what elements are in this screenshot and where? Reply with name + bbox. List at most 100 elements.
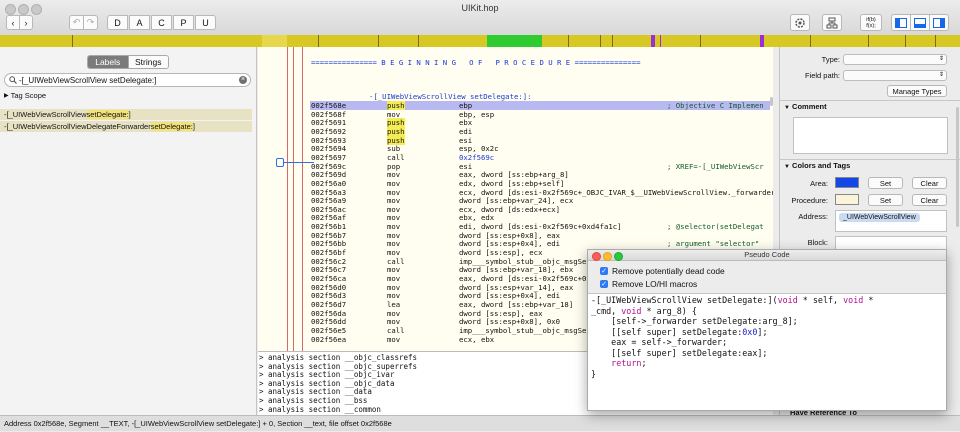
procedure-color-well[interactable] (835, 194, 859, 205)
instruction-address[interactable]: 002f569d (311, 170, 346, 179)
instruction-address[interactable]: 002f5697 (311, 153, 346, 162)
instruction-operands[interactable]: ebx (459, 118, 472, 127)
instruction-address[interactable]: 002f56ea (311, 335, 346, 344)
field-path-combobox[interactable]: ⇕ (843, 70, 947, 81)
disasm-scrollbar[interactable] (770, 97, 773, 106)
search-input[interactable]: -[_UIWebViewScrollView setDelegate:] (19, 76, 156, 85)
instruction-operands[interactable]: edx, dword [ss:ebp+self] (459, 179, 564, 188)
mode-a-button[interactable]: A (129, 15, 150, 30)
instruction-operands[interactable]: 0x2f569c (459, 153, 494, 162)
lohi-macros-checkbox[interactable]: ✓ (600, 280, 608, 288)
dead-code-checkbox[interactable]: ✓ (600, 267, 608, 275)
instruction-address[interactable]: 002f56bf (311, 248, 346, 257)
address-tags-field[interactable]: _UIWebViewScrollView (835, 210, 947, 232)
undo-button[interactable]: ↶ (69, 15, 84, 30)
instruction-address[interactable]: 002f56e5 (311, 326, 346, 335)
list-item[interactable]: -[_UIWebViewScrollView setDelegate:] (0, 109, 252, 120)
instruction-operands[interactable]: ecx, ebx (459, 335, 494, 344)
clear-search-icon[interactable]: × (239, 76, 247, 84)
instruction-operands[interactable]: eax, dword [ss:ebp+var_18] (459, 300, 573, 309)
instruction-operands[interactable]: ebp, esp (459, 110, 494, 119)
type-combobox[interactable]: ⇕ (843, 54, 947, 65)
inspector-scrollbar[interactable] (956, 107, 959, 227)
pseudo-code-text[interactable]: -[_UIWebViewScrollView setDelegate:](voi… (588, 295, 946, 409)
tab-strings[interactable]: Strings (127, 56, 168, 68)
toggle-left-panel-button[interactable] (891, 14, 911, 31)
instruction-operands[interactable]: imp___symbol_stub__objc_msgSendSup (459, 326, 608, 335)
instruction-address[interactable]: 002f5694 (311, 144, 346, 153)
instruction-address[interactable]: 002f568f (311, 110, 346, 119)
debugger-button[interactable] (790, 14, 810, 31)
labels-strings-switch[interactable]: Labels Strings (87, 55, 169, 69)
instruction-address[interactable]: 002f56da (311, 309, 346, 318)
instruction-operands[interactable]: imp___symbol_stub__objc_msgSend (459, 257, 595, 266)
instruction-operands[interactable]: dword [ss:ebp+var_18], ebx (459, 265, 573, 274)
instruction-address[interactable]: 002f56c7 (311, 265, 346, 274)
area-set-button[interactable]: Set (868, 177, 903, 189)
procedure-set-button[interactable]: Set (868, 194, 903, 206)
instruction-operands[interactable]: dword [ss:esp+0x4], edi (459, 239, 560, 248)
instruction-operands[interactable]: edi (459, 127, 472, 136)
instruction-address[interactable]: 002f56b7 (311, 231, 346, 240)
instruction-operands[interactable]: dword [ss:esp+var_14], eax (459, 283, 573, 292)
mode-p-button[interactable]: P (173, 15, 194, 30)
instruction-operands[interactable]: dword [ss:esp+0x8], eax (459, 231, 560, 240)
instruction-address[interactable]: 002f56bb (311, 239, 346, 248)
pseudo-code-button[interactable]: if(b) f(x); (860, 14, 882, 31)
instruction-operands[interactable]: dword [ss:esp+0x8], 0x0 (459, 317, 560, 326)
instruction-address[interactable]: 002f56c2 (311, 257, 346, 266)
mode-c-button[interactable]: C (151, 15, 172, 30)
area-clear-button[interactable]: Clear (912, 177, 947, 189)
instruction-address[interactable]: 002f56a0 (311, 179, 346, 188)
instruction-address[interactable]: 002f56ca (311, 274, 346, 283)
instruction-address[interactable]: 002f56a3 (311, 188, 346, 197)
instruction-address[interactable]: 002f569c (311, 162, 346, 171)
instruction-address[interactable]: 002f56d0 (311, 283, 346, 292)
search-field[interactable]: -[_UIWebViewScrollView setDelegate:] × (4, 73, 251, 87)
instruction-operands[interactable]: ecx, dword [ds:esi-0x2f569c+_OBJC_IVAR_$… (459, 188, 773, 197)
comment-section-header[interactable]: ▼ Comment (784, 102, 827, 111)
instruction-address[interactable]: 002f5692 (311, 127, 346, 136)
instruction-address[interactable]: 002f56d7 (311, 300, 346, 309)
instruction-address[interactable]: 002f5691 (311, 118, 346, 127)
mode-u-button[interactable]: U (195, 15, 216, 30)
toggle-bottom-panel-button[interactable] (910, 14, 930, 31)
list-item[interactable]: -[_UIWebViewScrollViewDelegateForwarder … (0, 121, 252, 132)
instruction-operands[interactable]: dword [ss:ebp+var_24], ecx (459, 196, 573, 205)
instruction-operands[interactable]: esi (459, 162, 472, 171)
instruction-operands[interactable]: eax, dword [ds:esi-0x2f569c+0xd677 (459, 274, 608, 283)
address-tag-token[interactable]: _UIWebViewScrollView (839, 213, 920, 222)
instruction-operands[interactable]: eax, dword [ss:ebp+arg_8] (459, 170, 569, 179)
control-flow-button[interactable] (822, 14, 842, 31)
area-color-well[interactable] (835, 177, 859, 188)
instruction-address[interactable]: 002f56b1 (311, 222, 346, 231)
instruction-address[interactable]: 002f5693 (311, 136, 346, 145)
instruction-operands[interactable]: dword [ss:esp], eax (459, 309, 542, 318)
procedure-clear-button[interactable]: Clear (912, 194, 947, 206)
instruction-address[interactable]: 002f56af (311, 213, 346, 222)
back-button[interactable]: ‹ (6, 15, 20, 30)
instruction-address[interactable]: 002f56d3 (311, 291, 346, 300)
forward-button[interactable]: › (19, 15, 33, 30)
instruction-operands[interactable]: ebx, edx (459, 213, 494, 222)
instruction-operands[interactable]: esi (459, 136, 472, 145)
instruction-address[interactable]: 002f568e (311, 101, 346, 110)
navigation-bar[interactable] (0, 35, 960, 47)
instruction-address[interactable]: 002f56a9 (311, 196, 346, 205)
instruction-address[interactable]: 002f56dd (311, 317, 346, 326)
colors-tags-section-header[interactable]: ▼ Colors and Tags (784, 161, 850, 170)
instruction-operands[interactable]: edi, dword [ds:esi-0x2f569c+0xd4fa1c] (459, 222, 622, 231)
redo-button[interactable]: ↷ (83, 15, 98, 30)
instruction-operands[interactable]: ecx, dword [ds:edx+ecx] (459, 205, 560, 214)
tab-labels[interactable]: Labels (88, 56, 128, 68)
instruction-operands[interactable]: dword [ss:esp+0x4], edi (459, 291, 560, 300)
manage-types-button[interactable]: Manage Types (887, 85, 947, 97)
comment-textarea[interactable] (793, 117, 948, 154)
instruction-address[interactable]: 002f56ac (311, 205, 346, 214)
instruction-operands[interactable]: dword [ss:esp], ecx (459, 248, 542, 257)
instruction-operands[interactable]: esp, 0x2c (459, 144, 499, 153)
tag-scope-disclosure[interactable]: ▶ Tag Scope (4, 90, 46, 101)
mode-d-button[interactable]: D (107, 15, 128, 30)
toggle-right-panel-button[interactable] (929, 14, 949, 31)
instruction-operands[interactable]: ebp (459, 101, 472, 110)
